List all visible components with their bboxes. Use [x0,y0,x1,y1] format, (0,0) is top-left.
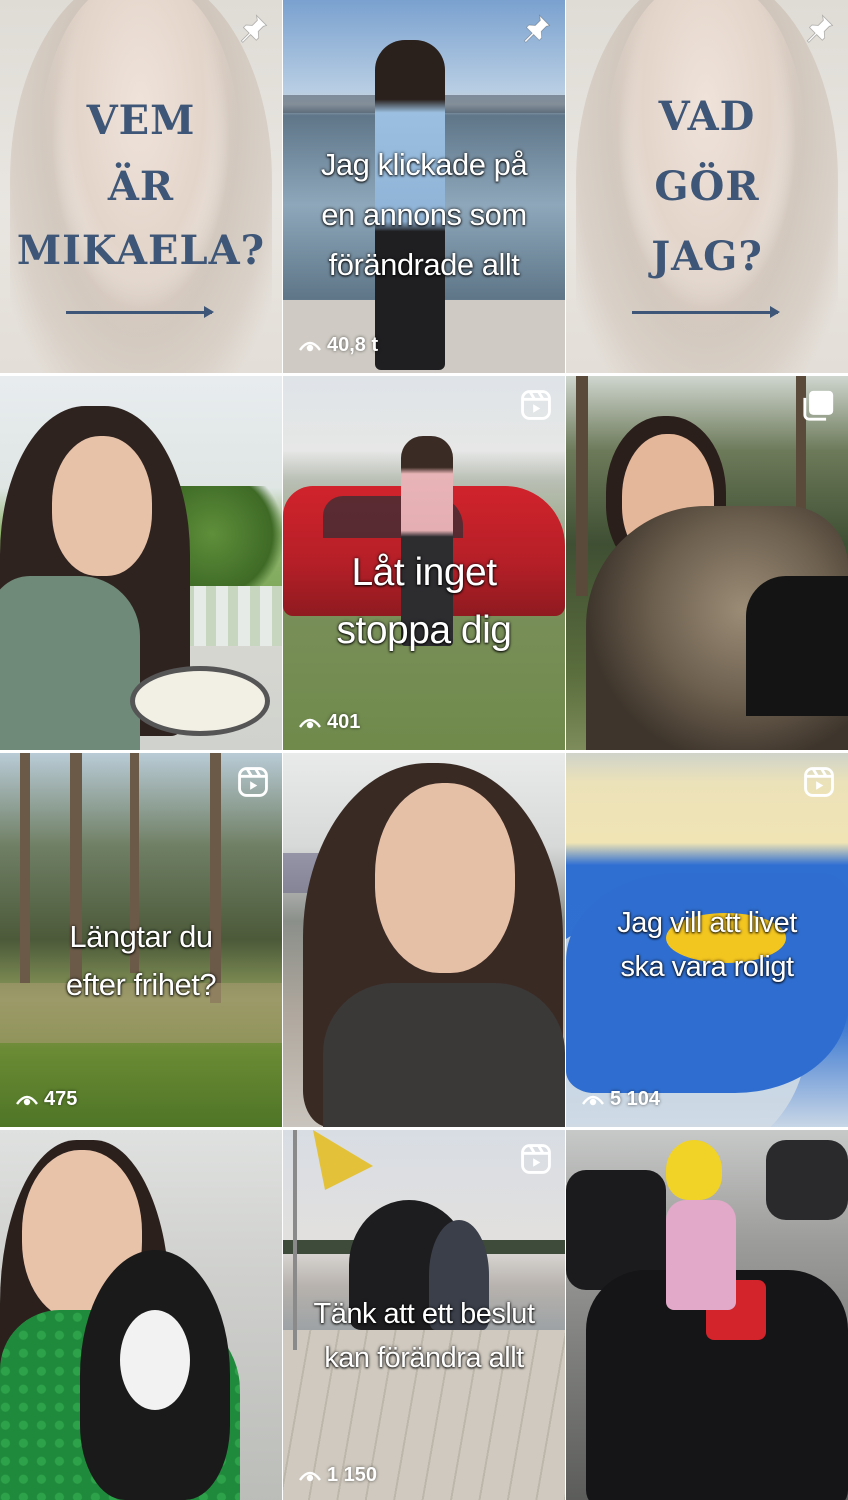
view-count: 401 [299,711,360,734]
pin-icon [519,12,553,46]
carousel-icon [802,388,836,422]
card-line-3: JAG? [651,233,763,280]
arrow-right-icon [66,306,214,318]
caption-line-1: Jag vill att livet [617,907,797,939]
views-icon [299,718,321,728]
post-tile-selfie-porch[interactable] [0,376,282,750]
view-count-value: 475 [44,1088,78,1110]
pin-icon [802,12,836,46]
views-icon [582,1095,604,1105]
caption-line-1: Längtar du [69,919,213,954]
caption-line-2: ska vara roligt [620,951,794,983]
caption-line-2: stoppa dig [336,609,512,652]
view-count: 40,8 t [299,334,378,357]
post-tile-annons[interactable]: Jag klickade på en annons som förändrade… [283,0,565,373]
reel-icon [519,388,553,422]
view-count: 475 [16,1088,77,1111]
view-count-value: 1 150 [327,1464,378,1486]
post-tile-beslut[interactable]: Tänk att ett beslut kan förändra allt 1 … [283,1130,565,1500]
views-icon [16,1095,38,1105]
caption-line-1: Tänk att ett beslut [313,1298,535,1330]
card-line-1: VEM [86,97,196,144]
card-line-2: GÖR [654,163,760,210]
caption-line-1: Låt inget [351,551,497,594]
arrow-right-icon [632,306,780,318]
pin-icon [236,12,270,46]
card-line-3: MIKAELA? [16,227,266,274]
post-tile-roligt[interactable]: Jag vill att livet ska vara roligt 5 104 [566,753,848,1127]
reel-icon [802,765,836,799]
caption-line-2: efter frihet? [65,967,217,1002]
caption-line-2: en annons som [321,197,527,232]
view-count-value: 40,8 t [327,334,379,356]
views-icon [299,341,321,351]
views-icon [299,1471,321,1481]
caption-line-3: förändrade allt [328,247,520,282]
profile-post-grid: VEM ÄR MIKAELA? Jag klickade på en annon… [0,0,848,1500]
reel-icon [519,1142,553,1176]
post-tile-cat-forest[interactable] [566,376,848,750]
post-tile-selfie-station[interactable] [283,753,565,1127]
caption-line-1: Jag klickade på [320,147,528,182]
post-tile-vad-gor-jag[interactable]: VAD GÖR JAG? [566,0,848,373]
view-count: 5 104 [582,1088,660,1111]
post-tile-karting[interactable] [566,1130,848,1500]
post-tile-cat-sofa[interactable] [0,1130,282,1500]
caption-line-2: kan förändra allt [324,1342,524,1374]
post-tile-stoppa[interactable]: Låt inget stoppa dig 401 [283,376,565,750]
view-count-value: 5 104 [610,1088,661,1110]
card-line-1: VAD [658,93,756,140]
card-line-2: ÄR [107,163,175,210]
view-count: 1 150 [299,1464,377,1487]
post-tile-frihet[interactable]: Längtar du efter frihet? 475 [0,753,282,1127]
view-count-value: 401 [327,711,361,733]
post-tile-vem-ar-mikaela[interactable]: VEM ÄR MIKAELA? [0,0,282,373]
reel-icon [236,765,270,799]
